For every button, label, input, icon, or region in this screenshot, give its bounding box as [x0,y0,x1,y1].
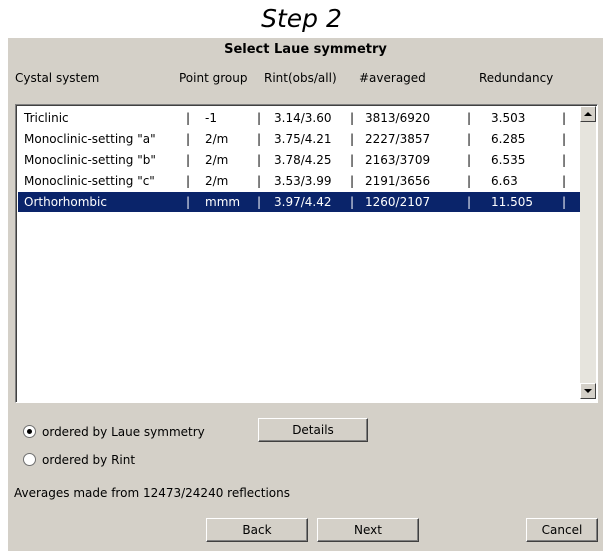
column-separator: | [186,111,191,125]
radio-checked-icon [23,425,36,438]
column-separator: | [467,174,472,188]
step-title: Step 2 [261,4,342,33]
column-separator: | [186,195,191,209]
column-separator: | [257,174,262,188]
redundancy-cell: 6.63 [491,174,518,188]
column-separator: | [467,153,472,167]
column-separator: | [350,132,355,146]
rint-cell: 3.97/4.42 [274,195,332,209]
redundancy-cell: 6.535 [491,153,526,167]
rint-cell: 3.53/3.99 [274,174,332,188]
scroll-up-button[interactable] [580,106,596,122]
table-row[interactable]: Monoclinic-setting "a" 2/m 3.75/4.21 2227/3… [18,129,580,149]
column-header-point-group: Point group [179,71,248,85]
column-header-crystal-system: Cystal system [15,71,100,85]
laue-symmetry-dialog: Select Laue symmetry Cystal system Point… [8,38,603,551]
radio-order-laue[interactable]: ordered by Laue symmetry [23,423,205,441]
averaged-cell: 3813/6920 [365,111,431,125]
details-button[interactable]: Details [258,418,368,442]
radio-order-laue-label: ordered by Laue symmetry [42,425,205,439]
point-group-cell: mmm [205,195,241,209]
scroll-down-button[interactable] [580,383,596,399]
column-separator: | [257,195,262,209]
radio-unchecked-icon [23,453,36,466]
column-separator: | [186,174,191,188]
status-text: Averages made from 12473/24240 reflectio… [14,486,290,500]
crystal-system-cell: Monoclinic-setting "a" [24,132,156,146]
next-button[interactable]: Next [317,518,419,542]
column-separator: | [186,153,191,167]
column-separator: | [257,153,262,167]
column-separator: | [562,111,567,125]
averaged-cell: 2163/3709 [365,153,431,167]
column-separator: | [562,195,567,209]
rint-cell: 3.14/3.60 [274,111,332,125]
column-separator: | [350,111,355,125]
symmetry-listbox[interactable]: Triclinic -1 3.14/3.60 3813/6920 3.503 | | | | | M… [15,104,598,403]
column-header-averaged: #averaged [359,71,426,85]
averaged-cell: 2191/3656 [365,174,431,188]
cancel-button[interactable]: Cancel [526,518,598,542]
radio-order-rint[interactable]: ordered by Rint [23,451,135,469]
table-row[interactable]: Orthorhombic mmm 3.97/4.42 1260/2107 11.505 |… [18,192,580,212]
rint-cell: 3.78/4.25 [274,153,332,167]
column-separator: | [350,153,355,167]
point-group-cell: -1 [205,111,217,125]
dialog-title: Select Laue symmetry [224,42,387,57]
table-row[interactable]: Monoclinic-setting "c" 2/m 3.53/3.99 2191/3… [18,171,580,191]
column-header-redundancy: Redundancy [479,71,554,85]
column-separator: | [562,132,567,146]
arrow-down-icon [584,389,592,393]
crystal-system-cell: Orthorhombic [24,195,107,209]
point-group-cell: 2/m [205,132,229,146]
symmetry-rows: Triclinic -1 3.14/3.60 3813/6920 3.503 | | | | | M… [18,108,580,398]
vertical-scrollbar[interactable] [580,106,596,399]
redundancy-cell: 11.505 [491,195,533,209]
column-header-rint: Rint(obs/all) [264,71,337,85]
point-group-cell: 2/m [205,174,229,188]
arrow-up-icon [584,112,592,116]
column-separator: | [467,195,472,209]
back-button[interactable]: Back [206,518,308,542]
rint-cell: 3.75/4.21 [274,132,332,146]
table-row[interactable]: Monoclinic-setting "b" 2/m 3.78/4.25 2163/3… [18,150,580,170]
column-separator: | [350,174,355,188]
column-separator: | [562,174,567,188]
radio-order-rint-label: ordered by Rint [42,453,136,467]
crystal-system-cell: Monoclinic-setting "c" [24,174,155,188]
averaged-cell: 1260/2107 [365,195,431,209]
column-separator: | [186,132,191,146]
point-group-cell: 2/m [205,153,229,167]
column-separator: | [350,195,355,209]
column-separator: | [467,132,472,146]
crystal-system-cell: Monoclinic-setting "b" [24,153,156,167]
column-separator: | [467,111,472,125]
column-separator: | [562,153,567,167]
redundancy-cell: 3.503 [491,111,526,125]
column-separator: | [257,132,262,146]
table-row[interactable]: Triclinic -1 3.14/3.60 3813/6920 3.503 | | | | | [18,108,580,128]
crystal-system-cell: Triclinic [24,111,69,125]
column-separator: | [257,111,262,125]
averaged-cell: 2227/3857 [365,132,431,146]
redundancy-cell: 6.285 [491,132,526,146]
